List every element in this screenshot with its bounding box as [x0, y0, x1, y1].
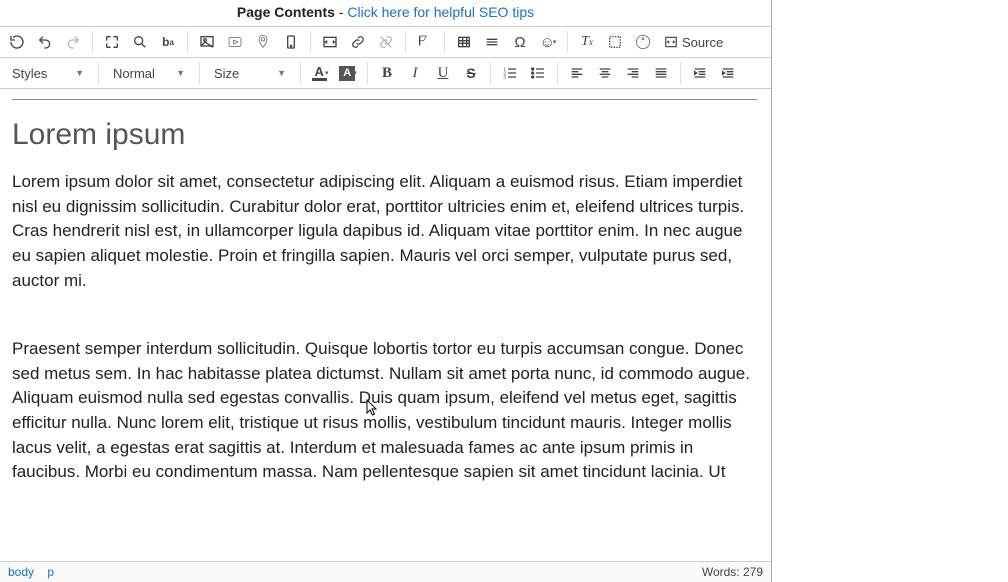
editor-content-area[interactable]: Lorem ipsum Lorem ipsum dolor sit amet, … [0, 89, 771, 562]
hr [12, 99, 757, 100]
toolbar-row-1: ba Ω ☺▾ Tx Source [0, 26, 771, 58]
table-icon[interactable] [453, 31, 475, 53]
hr-icon[interactable] [481, 31, 503, 53]
video-icon[interactable] [224, 31, 246, 53]
ol-icon[interactable]: 123 [499, 62, 521, 84]
replace-icon[interactable]: ba [157, 31, 179, 53]
iframe-icon[interactable] [319, 31, 341, 53]
redo-icon[interactable] [62, 31, 84, 53]
refresh-icon[interactable] [6, 31, 28, 53]
editor-footer: body p Words: 279 [0, 562, 771, 582]
doc-paragraph-1[interactable]: Lorem ipsum dolor sit amet, consectetur … [12, 170, 757, 293]
bg-color-icon[interactable]: A▾ [337, 62, 359, 84]
word-count[interactable]: Words: 279 [702, 565, 763, 579]
seo-tips-link[interactable]: Click here for helpful SEO tips [347, 4, 534, 20]
ul-icon[interactable] [527, 62, 549, 84]
element-path: body p [8, 565, 64, 579]
align-justify-icon[interactable] [650, 62, 672, 84]
phone-icon[interactable] [280, 31, 302, 53]
anchor-icon[interactable] [414, 31, 436, 53]
page-contents-header: Page Contents - Click here for helpful S… [0, 0, 771, 26]
path-body[interactable]: body [8, 565, 34, 579]
strike-icon[interactable]: S [460, 62, 482, 84]
align-left-icon[interactable] [566, 62, 588, 84]
outdent-icon[interactable] [689, 62, 711, 84]
styles-dropdown[interactable]: Styles▼ [6, 64, 90, 83]
omega-icon[interactable]: Ω [509, 31, 531, 53]
indent-icon[interactable] [717, 62, 739, 84]
format-dropdown[interactable]: Normal▼ [107, 64, 191, 83]
italic-icon[interactable]: I [404, 62, 426, 84]
undo-icon[interactable] [34, 31, 56, 53]
link-icon[interactable] [347, 31, 369, 53]
toolbar-row-2: Styles▼ Normal▼ Size▼ A▾ A▾ B I U S 123 [0, 58, 771, 89]
path-p[interactable]: p [47, 565, 54, 579]
align-center-icon[interactable] [594, 62, 616, 84]
source-button[interactable]: Source [660, 33, 727, 52]
maximize-icon[interactable] [101, 31, 123, 53]
text-color-icon[interactable]: A▾ [309, 62, 331, 84]
svg-text:3: 3 [503, 74, 506, 79]
bold-icon[interactable]: B [376, 62, 398, 84]
clear-format-icon[interactable]: Tx [576, 31, 598, 53]
doc-heading[interactable]: Lorem ipsum [12, 118, 757, 152]
unlink-icon[interactable] [375, 31, 397, 53]
accessibility-icon[interactable] [632, 31, 654, 53]
underline-icon[interactable]: U [432, 62, 454, 84]
select-all-icon[interactable] [604, 31, 626, 53]
page-contents-label: Page Contents [237, 4, 335, 20]
image-icon[interactable] [196, 31, 218, 53]
search-icon[interactable] [129, 31, 151, 53]
emoji-icon[interactable]: ☺▾ [537, 31, 559, 53]
size-dropdown[interactable]: Size▼ [208, 64, 292, 83]
map-pin-icon[interactable] [252, 31, 274, 53]
align-right-icon[interactable] [622, 62, 644, 84]
doc-paragraph-2[interactable]: Praesent semper interdum sollicitudin. Q… [12, 337, 757, 485]
